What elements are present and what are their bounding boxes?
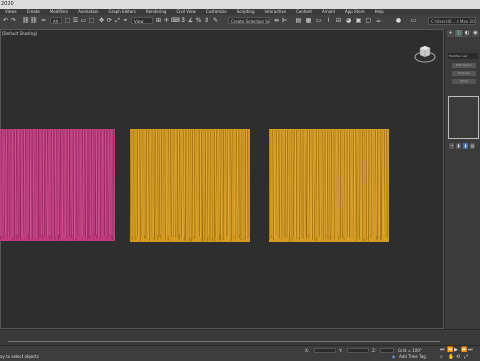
time-slider-track[interactable]: [8, 333, 440, 342]
reference-coordinate-dropdown[interactable]: View: [131, 17, 153, 24]
keyboard-shortcut-icon[interactable]: ⌨: [171, 17, 178, 25]
main-toolbar: ↶ ↷ ⛓ ⛓ ≈ All ⬚ ☰ ▭ ⬚ ✥ ⟳ ⤢ ⌖ View ⊞ ✛ ⌨…: [0, 15, 480, 30]
goto-start-icon[interactable]: ⏮: [440, 347, 445, 353]
rendered-frame-window-icon[interactable]: ▢: [365, 17, 372, 25]
status-bar: ay to select objects X: Y: Z: Grid = 100…: [0, 345, 480, 361]
scale-icon[interactable]: ⤢: [114, 17, 121, 25]
edit-named-selection-icon[interactable]: ✎: [212, 17, 219, 25]
window-crossing-icon[interactable]: ⬚: [88, 17, 95, 25]
orbit-icon[interactable]: ⟲: [456, 354, 460, 360]
unlink-icon[interactable]: ⛓: [30, 17, 37, 25]
show-end-result-icon[interactable]: ▮: [456, 143, 461, 149]
curtain-yellow-2[interactable]: [267, 127, 391, 245]
status-prompt: ay to select objects: [0, 354, 39, 359]
z-coordinate-field[interactable]: [380, 348, 394, 353]
x-label: X:: [305, 348, 309, 353]
viewport-label[interactable]: [Default Shading]: [2, 31, 37, 36]
curve-editor-icon[interactable]: ⌇: [325, 17, 332, 25]
move-icon[interactable]: ✥: [98, 17, 105, 25]
curtain-yellow-1[interactable]: [128, 127, 252, 245]
angle-snap-icon[interactable]: ∡: [187, 17, 194, 25]
maximize-viewport-icon[interactable]: ⤢: [464, 354, 468, 360]
extrude-button[interactable]: Extrude: [452, 71, 476, 76]
schematic-view-icon[interactable]: ⊟: [335, 17, 342, 25]
material-editor-icon[interactable]: ◕: [345, 17, 352, 25]
selection-filter-dropdown[interactable]: All: [50, 17, 62, 24]
perspective-viewport[interactable]: [Default Shading]: [0, 29, 444, 329]
link-icon[interactable]: ⛓: [22, 17, 29, 25]
timeline[interactable]: [0, 329, 480, 346]
scene-explorer-icon[interactable]: ▤: [295, 17, 302, 25]
select-by-name-icon[interactable]: ☰: [72, 17, 79, 25]
command-panel-tabs: + ◫ ◐ ◉: [447, 30, 479, 38]
grid-size: Grid = 100": [398, 348, 422, 353]
app-title: 2020: [0, 1, 14, 7]
shell-button[interactable]: Shell: [452, 79, 476, 84]
redo-icon[interactable]: ↷: [10, 17, 17, 25]
remove-modifier-icon[interactable]: ▤: [470, 143, 475, 149]
y-label: Y:: [339, 348, 342, 353]
command-panel: + ◫ ◐ ◉ Modifier List Edit Spline Extrud…: [444, 29, 480, 329]
hierarchy-tab[interactable]: ◐: [464, 30, 471, 37]
align-icon[interactable]: ⊫: [281, 17, 288, 25]
modify-tab[interactable]: ◫: [455, 30, 462, 37]
mirror-icon[interactable]: ⇹: [273, 17, 280, 25]
viewcube-icon[interactable]: [413, 40, 437, 64]
play-icon[interactable]: ▶: [454, 347, 458, 353]
x-coordinate-field[interactable]: [314, 348, 336, 353]
undo-icon[interactable]: ↶: [2, 17, 9, 25]
named-selection-set-dropdown[interactable]: Create Selection Se: [228, 17, 270, 24]
modifier-stack[interactable]: [448, 96, 479, 139]
title-bar: 2020: [0, 0, 480, 9]
render-production-icon[interactable]: ☕: [375, 17, 382, 25]
percent-snap-icon[interactable]: %: [195, 17, 202, 25]
curtain-magenta[interactable]: [0, 127, 120, 245]
ribbon-toggle-icon[interactable]: ▭: [315, 17, 322, 25]
next-frame-icon[interactable]: ⏩: [461, 347, 467, 353]
create-tab[interactable]: +: [447, 30, 454, 37]
bind-spacewarp-icon[interactable]: ≈: [40, 17, 47, 25]
select-object-icon[interactable]: ⬚: [64, 17, 71, 25]
select-manipulate-icon[interactable]: ✛: [163, 17, 170, 25]
snaps-toggle-icon[interactable]: 3: [180, 17, 186, 25]
rotate-icon[interactable]: ⟳: [106, 17, 113, 25]
make-unique-icon[interactable]: ▮: [463, 143, 468, 149]
modifier-list-dropdown[interactable]: Modifier List: [448, 53, 478, 59]
render-setup-icon[interactable]: ▣: [355, 17, 362, 25]
motion-tab[interactable]: ◉: [472, 30, 479, 37]
placement-icon[interactable]: ⌖: [122, 17, 129, 25]
goto-end-icon[interactable]: ⏭: [468, 347, 473, 353]
edit-spline-button[interactable]: Edit Spline: [452, 63, 476, 68]
spinner-snap-icon[interactable]: ⇕: [203, 17, 210, 25]
open-explorer-icon[interactable]: ▭: [410, 17, 417, 25]
region-select-icon[interactable]: ▭: [80, 17, 87, 25]
pin-stack-icon[interactable]: ⊣: [449, 143, 454, 149]
workspace-path-field[interactable]: C:\Users\E... s Max 2020: [428, 17, 476, 25]
prev-frame-icon[interactable]: ⏪: [447, 347, 453, 353]
render-active-icon[interactable]: ●: [395, 17, 402, 25]
pan-icon[interactable]: ✋: [448, 354, 454, 360]
time-tag-icon[interactable]: ◆: [392, 354, 395, 359]
z-label: Z:: [372, 348, 376, 353]
y-coordinate-field[interactable]: [347, 348, 369, 353]
add-time-tag[interactable]: Add Time Tag: [399, 354, 426, 359]
layer-explorer-icon[interactable]: ▦: [305, 17, 312, 25]
pivot-center-icon[interactable]: ⊞: [155, 17, 162, 25]
zoom-icon[interactable]: ⌕: [440, 354, 443, 360]
